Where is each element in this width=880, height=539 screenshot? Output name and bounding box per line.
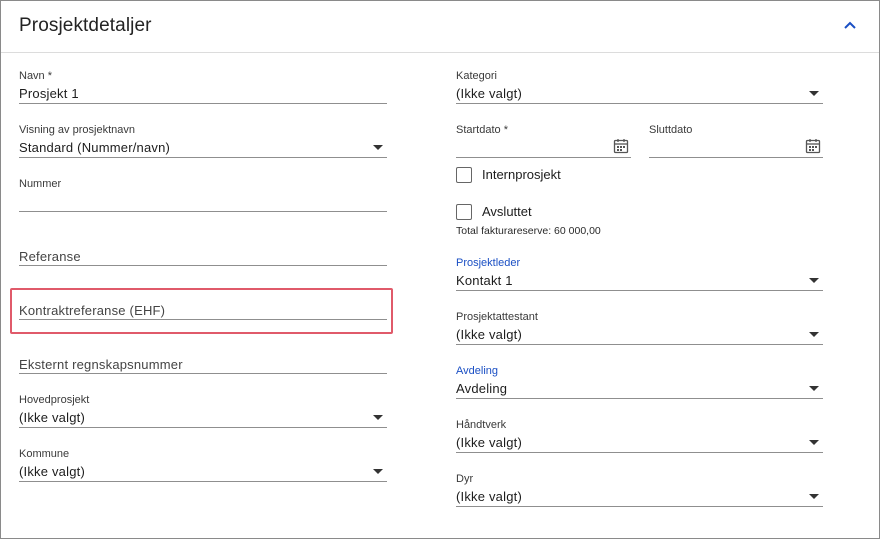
calendar-icon[interactable] [805,138,821,154]
avdeling-label: Avdeling [456,365,498,377]
visning-underline [19,157,387,158]
prosjektattestant-value[interactable]: (Ikke valgt) [456,327,522,342]
eksternt-placeholder[interactable]: Eksternt regnskapsnummer [19,357,183,372]
eksternt-regnskapsnummer-field[interactable]: Eksternt regnskapsnummer [19,356,387,376]
prosjektleder-label: Prosjektleder [456,257,521,269]
prosjektattestant-select[interactable]: Prosjektattestant (Ikke valgt) [456,311,823,347]
dropdown-caret-icon[interactable] [373,145,383,150]
navn-underline [19,103,387,104]
calendar-icon[interactable] [613,138,629,154]
avsluttet-checkbox[interactable] [456,204,472,220]
kategori-label: Kategori [456,70,497,82]
referanse-field[interactable]: Referanse [19,248,387,268]
sluttdato-label: Sluttdato [649,124,693,136]
dyr-value[interactable]: (Ikke valgt) [456,489,522,504]
dropdown-caret-icon[interactable] [809,278,819,283]
dropdown-caret-icon[interactable] [809,332,819,337]
kontraktreferanse-underline [19,319,387,320]
visning-label: Visning av prosjektnavn [19,124,135,136]
startdato-field[interactable]: Startdato * [456,124,631,160]
avdeling-underline [456,398,823,399]
internprosjekt-label[interactable]: Internprosjekt [482,167,561,182]
kommune-label: Kommune [19,448,70,460]
dropdown-caret-icon[interactable] [809,386,819,391]
handtverk-select[interactable]: Håndtverk (Ikke valgt) [456,419,823,455]
dropdown-caret-icon[interactable] [809,91,819,96]
dyr-label: Dyr [456,473,474,485]
prosjektattestant-label: Prosjektattestant [456,311,538,323]
hovedprosjekt-select[interactable]: Hovedprosjekt (Ikke valgt) [19,394,387,430]
dropdown-caret-icon[interactable] [373,469,383,474]
nummer-label: Nummer [19,178,62,190]
kategori-value[interactable]: (Ikke valgt) [456,86,522,101]
internprosjekt-checkbox[interactable] [456,167,472,183]
hovedprosjekt-value[interactable]: (Ikke valgt) [19,410,85,425]
avdeling-select[interactable]: Avdeling Avdeling [456,365,823,401]
startdato-underline [456,157,631,158]
visning-select[interactable]: Visning av prosjektnavn Standard (Nummer… [19,124,387,160]
prosjektleder-select[interactable]: Prosjektleder Kontakt 1 [456,257,823,293]
panel-title: Prosjektdetaljer [19,15,152,36]
sluttdato-field[interactable]: Sluttdato [649,124,823,160]
dropdown-caret-icon[interactable] [809,494,819,499]
kommune-select[interactable]: Kommune (Ikke valgt) [19,448,387,484]
prosjektattestant-underline [456,344,823,345]
nummer-field[interactable]: Nummer [19,178,387,214]
prosjektleder-underline [456,290,823,291]
prosjektleder-value[interactable]: Kontakt 1 [456,273,513,288]
hovedprosjekt-label: Hovedprosjekt [19,394,90,406]
dyr-select[interactable]: Dyr (Ikke valgt) [456,473,823,509]
startdato-label: Startdato * [456,124,508,136]
eksternt-underline [19,373,387,374]
kategori-underline [456,103,823,104]
avdeling-value[interactable]: Avdeling [456,381,507,396]
referanse-underline [19,265,387,266]
kontraktreferanse-field[interactable]: Kontraktreferanse (EHF) [19,302,387,322]
kommune-underline [19,481,387,482]
visning-value[interactable]: Standard (Nummer/navn) [19,140,170,155]
sluttdato-underline [649,157,823,158]
dropdown-caret-icon[interactable] [373,415,383,420]
fakturareserve-text: Total fakturareserve: 60 000,00 [456,225,601,237]
hovedprosjekt-underline [19,427,387,428]
nummer-underline [19,211,387,212]
kontraktreferanse-placeholder[interactable]: Kontraktreferanse (EHF) [19,303,165,318]
dyr-underline [456,506,823,507]
avsluttet-label[interactable]: Avsluttet [482,204,532,219]
kategori-select[interactable]: Kategori (Ikke valgt) [456,70,823,106]
handtverk-value[interactable]: (Ikke valgt) [456,435,522,450]
navn-label: Navn * [19,70,53,82]
navn-input[interactable]: Prosjekt 1 [19,86,79,101]
handtverk-label: Håndtverk [456,419,507,431]
panel-header: Prosjektdetaljer [1,1,879,53]
navn-field[interactable]: Navn * Prosjekt 1 [19,70,387,106]
project-details-panel: Prosjektdetaljer Navn * Prosjekt 1 Visni… [0,0,880,539]
handtverk-underline [456,452,823,453]
chevron-up-icon[interactable] [839,14,861,36]
referanse-placeholder[interactable]: Referanse [19,249,81,264]
dropdown-caret-icon[interactable] [809,440,819,445]
kommune-value[interactable]: (Ikke valgt) [19,464,85,479]
